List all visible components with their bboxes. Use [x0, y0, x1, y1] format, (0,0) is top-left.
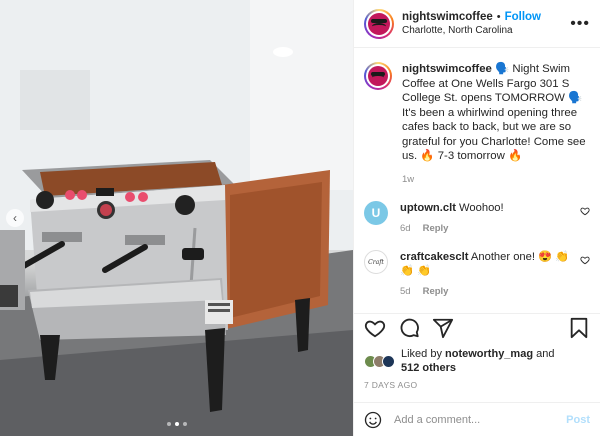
follow-button[interactable]: Follow — [505, 10, 541, 24]
comments-list: nightswimcoffee 🗣️ Night Swim Coffee at … — [354, 48, 600, 303]
comment-time: 6d — [400, 223, 411, 234]
bookmark-icon[interactable] — [568, 317, 590, 339]
comment-heart-icon[interactable] — [580, 206, 590, 216]
carousel-dot-active — [174, 422, 179, 426]
share-icon[interactable] — [432, 317, 454, 339]
likes-count-link[interactable]: 512 others — [401, 362, 456, 374]
comment-icon[interactable] — [398, 317, 420, 339]
caption-time: 1w — [402, 173, 415, 185]
carousel-dots — [0, 422, 353, 426]
author-avatar[interactable] — [364, 8, 394, 39]
avatar-letter: U — [371, 206, 381, 220]
carousel-prev-button[interactable]: ‹ — [6, 209, 24, 227]
liker-avatar — [382, 354, 395, 368]
liker-username[interactable]: noteworthy_mag — [445, 348, 533, 360]
add-comment-bar: Add a comment... Post — [354, 402, 600, 436]
post-comment-button[interactable]: Post — [566, 414, 590, 426]
comment-item: U uptown.clt Woohoo! 6d Reply — [364, 201, 590, 236]
separator-dot: • — [496, 10, 501, 23]
comment-item: Craft craftcakesclt Another one! 😍 👏 👏 👏… — [364, 250, 590, 299]
heart-icon[interactable] — [364, 317, 386, 339]
liked-by-prefix: Liked by — [401, 348, 446, 360]
post-actions — [354, 313, 600, 341]
chevron-left-icon: ‹ — [13, 211, 17, 225]
comment-time: 5d — [400, 286, 411, 297]
post-location[interactable]: Charlotte, North Carolina — [402, 24, 541, 38]
more-options-icon[interactable]: ••• — [570, 15, 590, 33]
comment-input[interactable]: Add a comment... — [394, 414, 566, 426]
author-username[interactable]: nightswimcoffee — [402, 10, 493, 24]
caption-text: 🗣️ Night Swim Coffee at One Wells Fargo … — [402, 63, 586, 162]
reply-button[interactable]: Reply — [423, 285, 449, 299]
post-timestamp[interactable]: 7 DAYS AGO — [364, 380, 417, 390]
caption: nightswimcoffee 🗣️ Night Swim Coffee at … — [364, 62, 590, 187]
caption-username[interactable]: nightswimcoffee — [402, 63, 492, 75]
comment-text: Woohoo! — [455, 202, 504, 214]
liker-avatars[interactable] — [364, 354, 395, 368]
avatar-logo-text: Craft — [368, 258, 384, 266]
commenter-username[interactable]: craftcakesclt — [400, 251, 468, 263]
carousel-dot — [182, 422, 187, 426]
post-side-panel: nightswimcoffee • Follow Charlotte, Nort… — [353, 0, 600, 436]
liked-by-and: and — [533, 348, 555, 360]
likes-summary: Liked by noteworthy_mag and 512 others — [364, 347, 554, 375]
espresso-machine-image — [0, 0, 353, 436]
commenter-username[interactable]: uptown.clt — [400, 202, 456, 214]
post-photo[interactable]: ‹ — [0, 0, 353, 436]
post-header: nightswimcoffee • Follow Charlotte, Nort… — [354, 0, 600, 48]
reply-button[interactable]: Reply — [423, 222, 449, 236]
commenter-avatar[interactable]: Craft — [364, 250, 388, 274]
commenter-avatar[interactable]: U — [364, 201, 388, 225]
comment-heart-icon[interactable] — [580, 255, 590, 265]
emoji-icon[interactable] — [364, 411, 382, 429]
carousel-dot — [166, 422, 171, 426]
caption-avatar[interactable] — [364, 62, 392, 90]
